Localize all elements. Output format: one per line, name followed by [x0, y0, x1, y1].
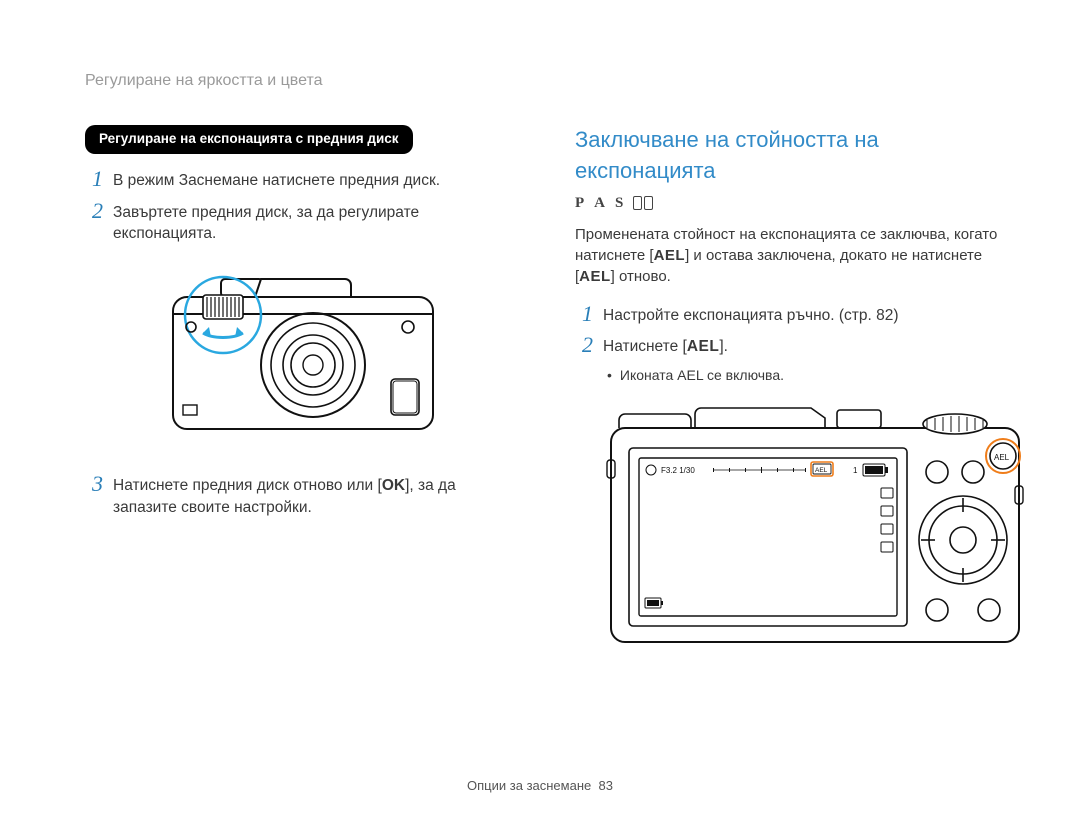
right-steps: 1 Настройте експонацията ръчно. (стр. 82…: [575, 303, 1010, 386]
right-step-1: 1 Настройте експонацията ръчно. (стр. 82…: [575, 303, 1010, 327]
page-footer: Опции за заснемане 83: [0, 777, 1080, 795]
step-number: 1: [575, 303, 593, 327]
camera-back-svg: F3.2 1/30 AEL 1: [605, 400, 1025, 660]
osd-count: 1: [853, 466, 858, 475]
mode-a-icon: A: [594, 193, 605, 214]
step-text: Натиснете [AEL].: [603, 334, 728, 358]
ael-key-icon: AEL: [654, 247, 686, 264]
section-heading: Заключване на стойността на експонацията: [575, 125, 1010, 187]
step-number: 2: [575, 334, 593, 358]
step-text: Завъртете предния диск, за да регулирате…: [113, 200, 520, 245]
left-step-2: 2 Завъртете предния диск, за да регулира…: [85, 200, 520, 245]
camera-back-illustration: F3.2 1/30 AEL 1: [575, 400, 1040, 666]
step-text: Настройте експонацията ръчно. (стр. 82): [603, 303, 899, 327]
camera-front-illustration: [85, 255, 520, 451]
intro-paragraph: Променената стойност на експонацията се …: [575, 224, 1010, 287]
right-step-2: 2 Натиснете [AEL].: [575, 334, 1010, 358]
mode-indicator: P A S: [575, 193, 1010, 214]
bullet-icon: •: [607, 366, 612, 386]
step3-part-a: Натиснете предния диск отново или [: [113, 477, 382, 494]
svg-text:AEL: AEL: [994, 453, 1010, 462]
breadcrumb: Регулиране на яркостта и цвета: [85, 70, 323, 92]
step-number: 3: [85, 473, 103, 518]
intro-c: ] отново.: [611, 268, 671, 285]
video-mode-icon: [633, 196, 653, 210]
list-item: • Иконата AEL се включва.: [607, 366, 1010, 386]
osd-ael-indicator: AEL: [815, 467, 828, 474]
step-number: 1: [85, 168, 103, 192]
ok-key-icon: OK: [382, 477, 405, 494]
bullet-text: Иконата AEL се включва.: [620, 366, 784, 386]
left-step-1: 1 В режим Заснемане натиснете предния ди…: [85, 168, 520, 192]
mode-p-icon: P: [575, 193, 584, 214]
section-pill: Регулиране на експонацията с предния дис…: [85, 125, 413, 154]
footer-label: Опции за заснемане: [467, 778, 591, 793]
step2-b: ].: [719, 338, 728, 355]
step-text: В режим Заснемане натиснете предния диск…: [113, 168, 440, 192]
osd-aperture-shutter: F3.2 1/30: [661, 466, 695, 475]
ael-key-icon: AEL: [579, 268, 611, 285]
camera-front-svg: [153, 255, 453, 445]
footer-page: 83: [598, 778, 612, 793]
mode-s-icon: S: [615, 193, 623, 214]
left-column: Регулиране на експонацията с предния дис…: [85, 70, 520, 666]
page: Регулиране на експонацията с предния дис…: [0, 0, 1080, 666]
step-text: Натиснете предния диск отново или [OK], …: [113, 473, 520, 518]
bullet-list: • Иконата AEL се включва.: [607, 366, 1010, 386]
step-number: 2: [85, 200, 103, 245]
step2-a: Натиснете [: [603, 338, 687, 355]
left-step-3: 3 Натиснете предния диск отново или [OK]…: [85, 473, 520, 518]
left-steps: 1 В режим Заснемане натиснете предния ди…: [85, 168, 520, 518]
right-column: Заключване на стойността на експонацията…: [575, 70, 1010, 666]
ael-key-icon: AEL: [687, 338, 720, 355]
